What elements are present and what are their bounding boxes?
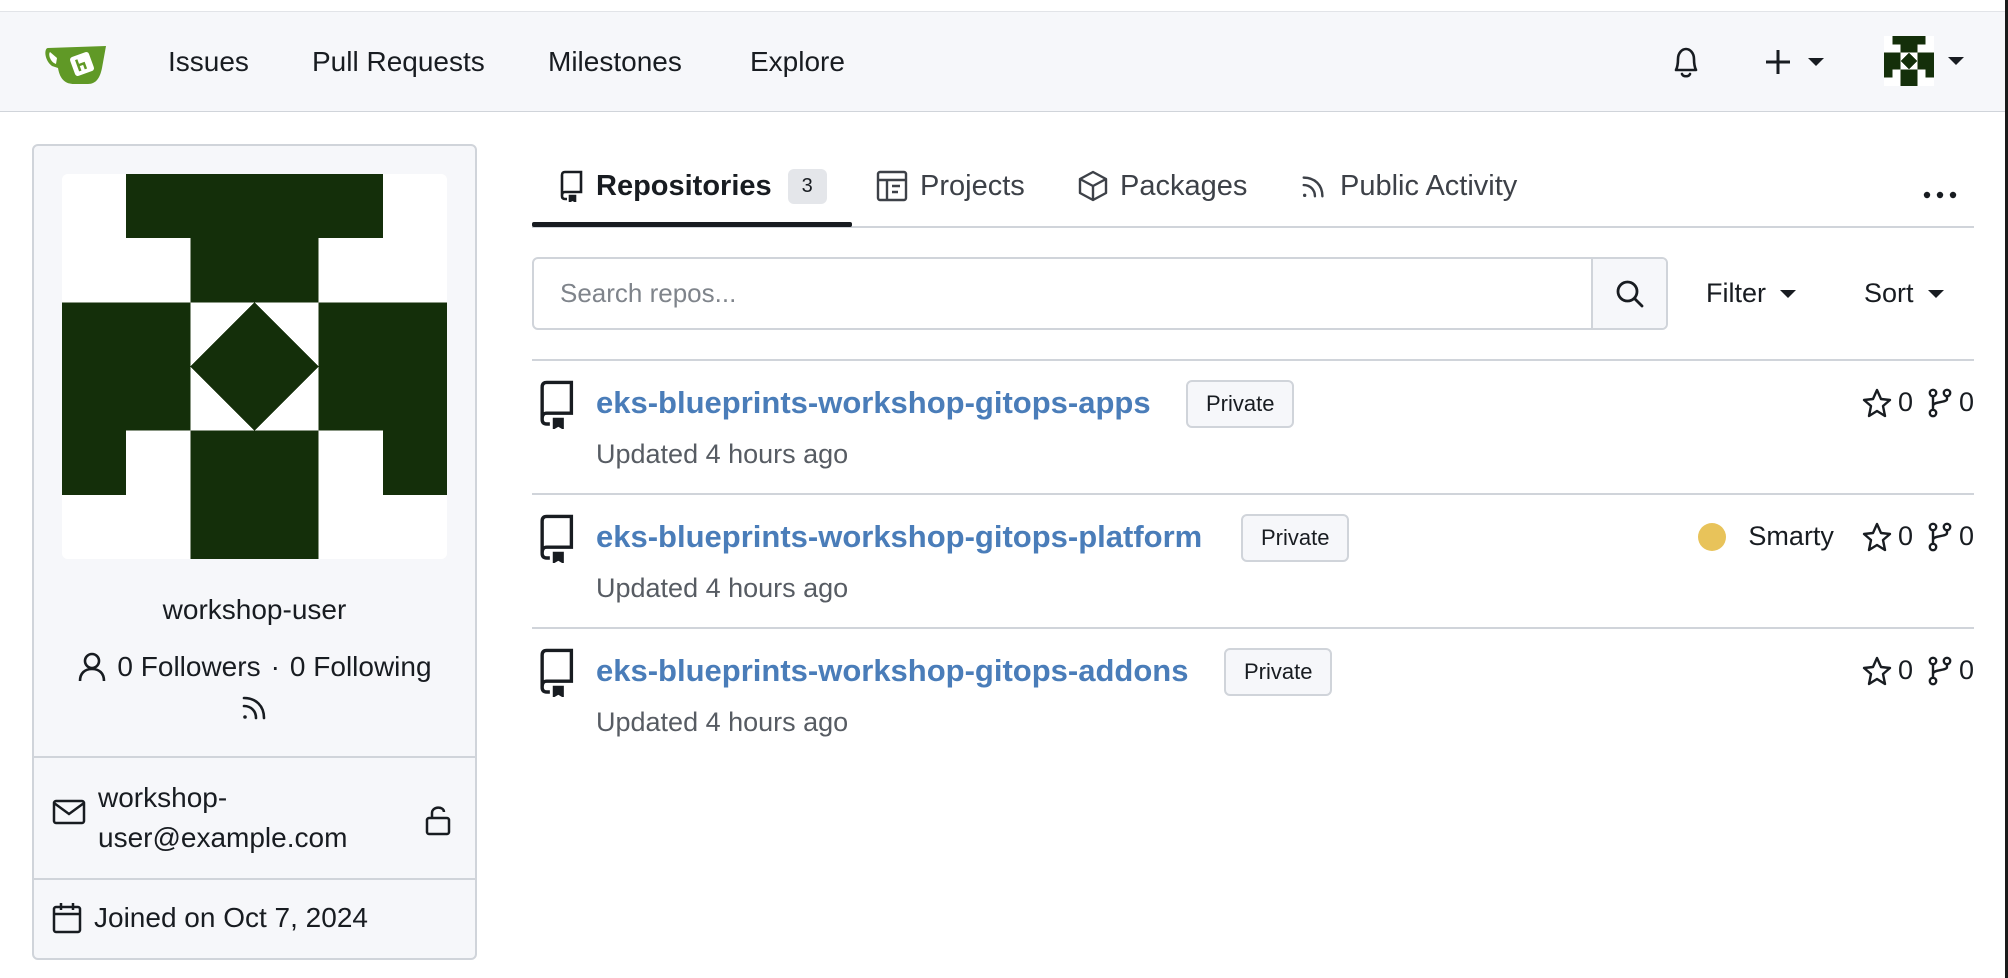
tab-packages[interactable]: Packages [1078,144,1247,228]
list-item: eks-blueprints-workshop-gitops-addons Pr… [532,627,1974,761]
joined-row: Joined on Oct 7, 2024 [52,902,368,934]
fork-count: 0 [1958,521,1974,551]
user-menu[interactable] [1884,36,1964,86]
mail-icon [52,799,86,825]
private-badge: Private [1224,648,1333,696]
divider [34,756,475,758]
nav-issues[interactable]: Issues [168,12,249,112]
chevron-down-icon [1780,289,1796,298]
active-tab-indicator [532,222,852,227]
language-color-dot [1698,522,1727,551]
sort-label: Sort [1864,278,1914,308]
star-icon [1862,656,1892,685]
star-count: 0 [1897,387,1913,417]
tab-label: Packages [1120,169,1248,202]
private-badge: Private [1241,514,1350,562]
profile-username: workshop-user [162,594,347,625]
profile-sidebar: workshop-user 0 Followers · 0 Following … [32,144,477,960]
avatar [62,174,447,559]
sort-dropdown[interactable]: Sort [1864,257,1944,330]
repo-icon [536,379,576,434]
tab-label: Repositories [596,169,772,202]
email-link[interactable]: workshop-user@example.com [98,778,358,858]
rss-feed-link[interactable] [34,692,475,722]
nav-explore[interactable]: Explore [750,12,845,112]
stars-link[interactable]: 0 [1862,655,1913,686]
star-icon [1862,522,1892,551]
repo-list: eks-blueprints-workshop-gitops-apps Priv… [532,359,1974,761]
package-icon [1078,170,1108,202]
search-input[interactable] [534,259,1591,328]
avatar-icon [1884,36,1934,86]
repo-updated: Updated 4 hours ago [596,439,849,469]
chevron-down-icon [1948,57,1964,65]
chevron-down-icon [1927,289,1944,298]
chevron-down-icon [1808,58,1824,66]
create-menu[interactable] [1764,48,1824,76]
nav-milestones[interactable]: Milestones [548,12,682,112]
repo-icon [536,513,576,568]
tab-label: Projects [920,169,1025,202]
fork-icon [1928,522,1952,551]
joined-date: Joined on Oct 7, 2024 [94,902,368,933]
more-options-button[interactable] [1922,170,1958,209]
fork-count: 0 [1958,387,1974,417]
project-icon [876,170,908,202]
nav-pull-requests[interactable]: Pull Requests [312,12,485,112]
repo-icon [536,647,576,702]
tab-projects[interactable]: Projects [876,144,1025,228]
language-label: Smarty [1748,521,1834,551]
tab-public-activity[interactable]: Public Activity [1300,144,1517,228]
unlock-icon[interactable] [424,804,452,841]
filter-dropdown[interactable]: Filter [1706,257,1796,330]
person-icon [79,652,106,682]
repo-stats: 0 0 [1856,387,1974,418]
forks-link[interactable]: 0 [1927,655,1974,686]
repo-name-link[interactable]: eks-blueprints-workshop-gitops-addons [596,653,1188,689]
repo-icon [560,170,583,202]
search-button[interactable] [1591,259,1666,328]
repo-count-badge: 3 [787,168,827,204]
repo-stats: 0 0 [1856,655,1974,686]
stars-link[interactable]: 0 [1862,521,1913,552]
follow-stats: 0 Followers · 0 Following [34,651,475,683]
filter-label: Filter [1706,278,1766,308]
follow-separator: · [270,651,280,682]
repo-updated: Updated 4 hours ago [596,707,849,737]
stars-link[interactable]: 0 [1862,387,1913,418]
gitea-logo-icon[interactable] [44,38,108,88]
rss-icon [242,696,265,720]
profile-tabs: Repositories 3 Projects Packages Public … [532,144,1974,228]
ellipsis-icon [1923,191,1957,199]
fork-count: 0 [1958,655,1974,685]
fork-icon [1928,656,1952,685]
fork-icon [1928,388,1952,417]
search-icon [1616,280,1643,307]
star-icon [1862,388,1892,417]
rss-icon [1302,176,1324,198]
repo-updated: Updated 4 hours ago [596,573,849,603]
forks-link[interactable]: 0 [1927,521,1974,552]
following-link[interactable]: 0 Following [290,651,432,683]
divider [34,878,475,880]
top-navbar: Issues Pull Requests Milestones Explore [0,11,2008,112]
star-count: 0 [1897,655,1913,685]
repo-name-link[interactable]: eks-blueprints-workshop-gitops-apps [596,385,1151,421]
bell-icon[interactable] [1670,46,1702,80]
calendar-icon [52,903,82,934]
repo-name-link[interactable]: eks-blueprints-workshop-gitops-platform [596,519,1202,555]
list-item: eks-blueprints-workshop-gitops-apps Priv… [532,359,1974,493]
email-row: workshop-user@example.com [52,778,452,858]
private-badge: Private [1186,380,1295,428]
tab-label: Public Activity [1340,169,1518,202]
tab-repositories[interactable]: Repositories 3 [558,144,827,228]
plus-icon [1766,50,1790,74]
repo-search [532,257,1668,330]
star-count: 0 [1897,521,1913,551]
repo-stats: Smarty 0 0 [1698,521,1974,552]
list-item: eks-blueprints-workshop-gitops-platform … [532,493,1974,627]
followers-link[interactable]: 0 Followers [117,651,260,683]
forks-link[interactable]: 0 [1927,387,1974,418]
